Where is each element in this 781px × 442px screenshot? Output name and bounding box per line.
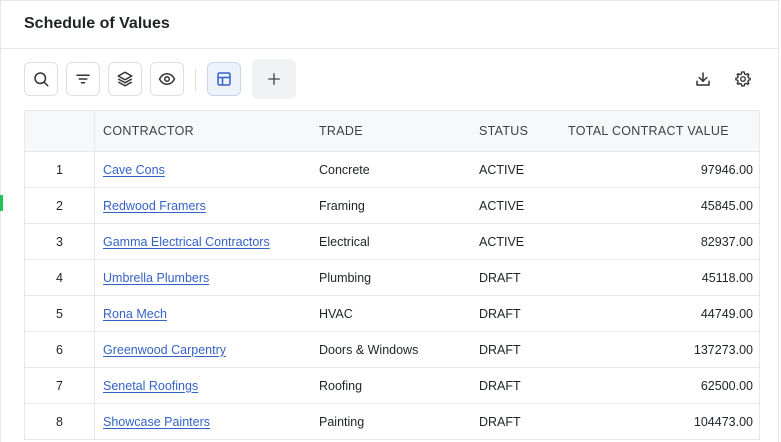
contract-value-cell: 137273.00 xyxy=(693,342,753,357)
table-row[interactable]: 7 Senetal Roofings Roofing DRAFT 62500.0… xyxy=(25,368,759,404)
table-view-button[interactable] xyxy=(207,62,241,96)
table-row[interactable]: 5 Rona Mech HVAC DRAFT 44749.00 xyxy=(25,296,759,332)
page-title: Schedule of Values xyxy=(24,15,170,32)
status-cell: ACTIVE xyxy=(479,198,525,213)
toolbar xyxy=(24,59,756,100)
sov-table: CONTRACTOR TRADE STATUS TOTAL CONTRACT V… xyxy=(24,110,760,440)
column-header-total-contract-value[interactable]: TOTAL CONTRACT VALUE xyxy=(568,111,756,151)
table-icon xyxy=(217,72,231,86)
row-number: 1 xyxy=(25,152,95,187)
selection-indicator xyxy=(0,195,3,211)
status-cell: DRAFT xyxy=(479,378,521,393)
table-row[interactable]: 6 Greenwood Carpentry Doors & Windows DR… xyxy=(25,332,759,368)
contractor-link[interactable]: Gamma Electrical Contractors xyxy=(103,235,270,249)
layers-button[interactable] xyxy=(108,62,142,96)
gear-icon xyxy=(735,71,751,87)
plus-icon xyxy=(268,73,280,85)
trade-cell: Electrical xyxy=(319,234,370,249)
layers-icon xyxy=(117,71,133,87)
status-cell: DRAFT xyxy=(479,306,521,321)
row-number: 5 xyxy=(25,296,95,331)
row-number: 4 xyxy=(25,260,95,295)
contractor-link[interactable]: Redwood Framers xyxy=(103,199,206,213)
contractor-link[interactable]: Cave Cons xyxy=(103,163,165,177)
row-number: 2 xyxy=(25,188,95,223)
trade-cell: HVAC xyxy=(319,306,353,321)
table-row[interactable]: 3 Gamma Electrical Contractors Electrica… xyxy=(25,224,759,260)
toolbar-divider xyxy=(195,69,196,91)
trade-cell: Framing xyxy=(319,198,365,213)
search-button[interactable] xyxy=(24,62,58,96)
contract-value-cell: 104473.00 xyxy=(693,414,753,429)
contractor-link[interactable]: Umbrella Plumbers xyxy=(103,271,209,285)
contract-value-cell: 62500.00 xyxy=(700,378,753,393)
contractor-link[interactable]: Showcase Painters xyxy=(103,415,210,429)
status-cell: DRAFT xyxy=(479,270,521,285)
status-cell: ACTIVE xyxy=(479,162,525,177)
filter-button[interactable] xyxy=(66,62,100,96)
table-row[interactable]: 8 Showcase Painters Painting DRAFT 10447… xyxy=(25,404,759,440)
column-header-index xyxy=(25,111,95,151)
download-icon xyxy=(696,72,710,86)
contract-value-cell: 97946.00 xyxy=(700,162,753,177)
column-header-status[interactable]: STATUS xyxy=(479,111,559,151)
row-number: 6 xyxy=(25,332,95,367)
trade-cell: Painting xyxy=(319,414,365,429)
contract-value-cell: 45118.00 xyxy=(701,270,753,285)
visibility-button[interactable] xyxy=(150,62,184,96)
sov-panel: Schedule of Values CONTRACTOR TRADE STAT… xyxy=(0,0,779,442)
trade-cell: Doors & Windows xyxy=(319,342,419,357)
table-row[interactable]: 2 Redwood Framers Framing ACTIVE 45845.0… xyxy=(25,188,759,224)
panel-header: Schedule of Values xyxy=(1,1,778,49)
status-cell: DRAFT xyxy=(479,414,521,429)
trade-cell: Concrete xyxy=(319,162,370,177)
table-header-row: CONTRACTOR TRADE STATUS TOTAL CONTRACT V… xyxy=(25,111,759,152)
table-row[interactable]: 1 Cave Cons Concrete ACTIVE 97946.00 xyxy=(25,152,759,188)
add-button[interactable] xyxy=(252,59,296,99)
trade-cell: Plumbing xyxy=(319,270,372,285)
row-number: 3 xyxy=(25,224,95,259)
column-header-contractor[interactable]: CONTRACTOR xyxy=(103,111,303,151)
search-icon xyxy=(34,72,49,87)
contractor-link[interactable]: Rona Mech xyxy=(103,307,167,321)
status-cell: DRAFT xyxy=(479,342,521,357)
row-number: 8 xyxy=(25,404,95,439)
trade-cell: Roofing xyxy=(319,378,363,393)
contract-value-cell: 82937.00 xyxy=(700,234,753,249)
table-row[interactable]: 4 Umbrella Plumbers Plumbing DRAFT 45118… xyxy=(25,260,759,296)
download-button[interactable] xyxy=(686,62,720,96)
status-cell: ACTIVE xyxy=(479,234,525,249)
contract-value-cell: 44749.00 xyxy=(700,306,753,321)
contractor-link[interactable]: Greenwood Carpentry xyxy=(103,343,226,357)
column-header-trade[interactable]: TRADE xyxy=(319,111,469,151)
row-number: 7 xyxy=(25,368,95,403)
contract-value-cell: 45845.00 xyxy=(700,198,753,213)
eye-icon xyxy=(158,72,176,86)
contractor-link[interactable]: Senetal Roofings xyxy=(103,379,198,393)
settings-button[interactable] xyxy=(726,62,760,96)
filter-icon xyxy=(76,74,90,84)
